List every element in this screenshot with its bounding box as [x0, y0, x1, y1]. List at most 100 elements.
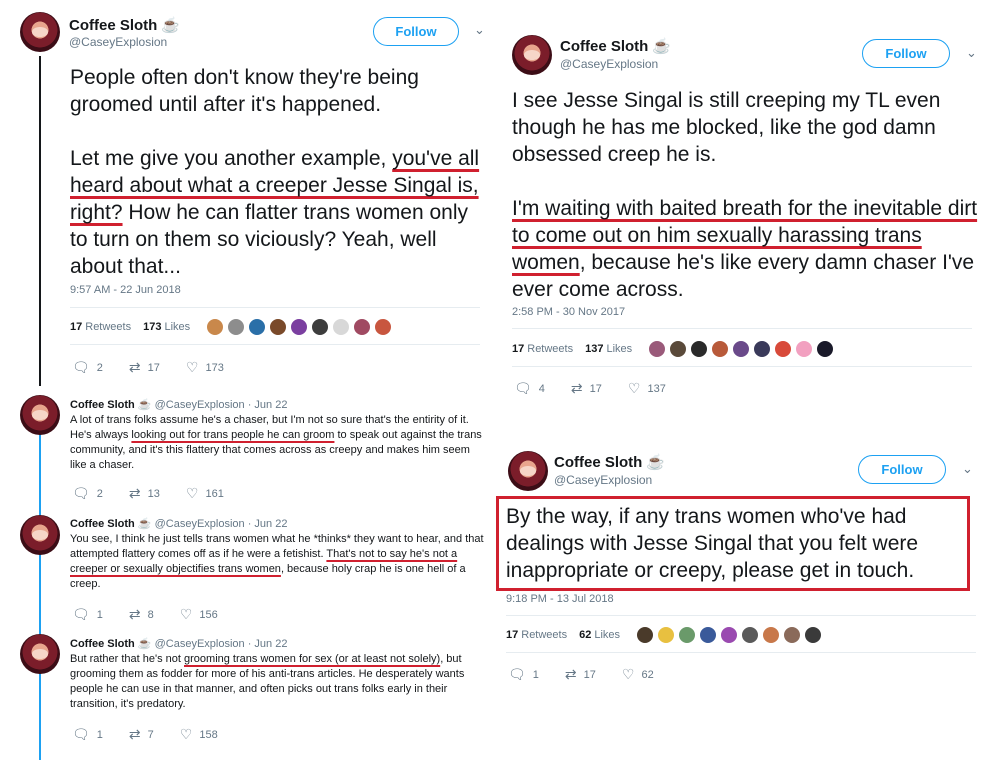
- likes-count[interactable]: 62 Likes: [579, 629, 620, 641]
- tweet-timestamp[interactable]: 9:18 PM - 13 Jul 2018: [506, 593, 614, 605]
- liker-avatar[interactable]: [269, 318, 288, 336]
- tweet-timestamp[interactable]: 2:58 PM - 30 Nov 2017: [512, 306, 625, 318]
- liker-avatar[interactable]: [774, 340, 793, 358]
- liker-avatar[interactable]: [711, 340, 730, 358]
- liker-avatar[interactable]: [816, 340, 835, 358]
- retweet-button[interactable]: ⇄ 17: [129, 359, 160, 376]
- like-button[interactable]: ♡ 156: [180, 606, 218, 623]
- liker-avatar[interactable]: [657, 626, 676, 644]
- reply-header: Coffee Sloth ☕ @CaseyExplosion · Jun 22: [70, 638, 288, 650]
- liker-avatar[interactable]: [804, 626, 823, 644]
- reply-icon: 🗨︎: [508, 666, 526, 682]
- liker-avatar[interactable]: [311, 318, 330, 336]
- avatar[interactable]: [20, 634, 60, 674]
- display-name[interactable]: Coffee Sloth ☕: [554, 453, 665, 471]
- liker-avatar[interactable]: [353, 318, 372, 336]
- retweet-button[interactable]: ⇄ 8: [129, 606, 154, 623]
- avatar[interactable]: [20, 395, 60, 435]
- tweet-timestamp[interactable]: 9:57 AM - 22 Jun 2018: [70, 284, 181, 296]
- coffee-icon: ☕: [137, 638, 152, 650]
- avatar[interactable]: [512, 35, 552, 75]
- heart-icon: ♡: [185, 359, 199, 375]
- engagement-stats: 17 Retweets 62 Likes: [506, 624, 825, 646]
- reply-header: Coffee Sloth ☕ @CaseyExplosion · Jun 22: [70, 399, 288, 411]
- liker-avatar[interactable]: [783, 626, 802, 644]
- follow-button[interactable]: Follow: [858, 455, 946, 484]
- liker-avatar[interactable]: [699, 626, 718, 644]
- follow-button[interactable]: Follow: [862, 39, 950, 68]
- retweet-button[interactable]: ⇄ 7: [129, 726, 154, 743]
- liker-avatar[interactable]: [741, 626, 760, 644]
- liker-avatar[interactable]: [290, 318, 309, 336]
- liker-avatars: [206, 318, 395, 336]
- retweet-button[interactable]: ⇄ 17: [565, 666, 596, 683]
- tweet-paragraph-2: Let me give you another example, you've …: [70, 147, 480, 278]
- avatar[interactable]: [20, 515, 60, 555]
- reply-icon: 🗨︎: [72, 485, 90, 501]
- liker-avatar[interactable]: [227, 318, 246, 336]
- reply-button[interactable]: 🗨︎ 2: [72, 359, 103, 376]
- thread-connector-line: [39, 56, 41, 386]
- avatar[interactable]: [20, 12, 60, 52]
- liker-avatar[interactable]: [248, 318, 267, 336]
- tweet-text: I see Jesse Singal is still creeping my …: [512, 87, 982, 303]
- like-button[interactable]: ♡ 137: [628, 380, 666, 397]
- reply-icon: 🗨︎: [72, 359, 90, 375]
- tweet-actions: 🗨︎ 4 ⇄ 17 ♡ 137: [514, 380, 692, 397]
- retweet-button[interactable]: ⇄ 13: [129, 485, 160, 502]
- reply-text: You see, I think he just tells trans wom…: [70, 533, 484, 590]
- thread-line-blue: [39, 430, 41, 760]
- reply-text: But rather that he's not grooming trans …: [70, 653, 465, 710]
- liker-avatar[interactable]: [332, 318, 351, 336]
- liker-avatar[interactable]: [374, 318, 393, 336]
- reply-button[interactable]: 🗨︎ 1: [72, 726, 103, 743]
- reply-button[interactable]: 🗨︎ 1: [72, 606, 103, 623]
- likes-count[interactable]: 173 Likes: [143, 321, 190, 333]
- user-handle[interactable]: @CaseyExplosion: [560, 57, 658, 71]
- avatar[interactable]: [508, 451, 548, 491]
- retweet-icon: ⇄: [128, 359, 141, 375]
- chevron-down-icon[interactable]: ⌄: [966, 45, 977, 61]
- heart-icon: ♡: [185, 485, 199, 501]
- retweets-count[interactable]: 17 Retweets: [512, 343, 573, 355]
- display-name[interactable]: Coffee Sloth ☕: [560, 37, 671, 55]
- retweet-icon: ⇄: [128, 485, 141, 501]
- tweet-paragraph-1: I see Jesse Singal is still creeping my …: [512, 89, 941, 166]
- liker-avatar[interactable]: [795, 340, 814, 358]
- follow-button[interactable]: Follow: [373, 17, 459, 46]
- liker-avatar[interactable]: [690, 340, 709, 358]
- display-name[interactable]: Coffee Sloth ☕: [69, 16, 180, 34]
- reply-button[interactable]: 🗨︎ 1: [508, 666, 539, 683]
- retweets-count[interactable]: 17 Retweets: [70, 321, 131, 333]
- liker-avatar[interactable]: [720, 626, 739, 644]
- heart-icon: ♡: [179, 726, 193, 742]
- reply-button[interactable]: 🗨︎ 2: [72, 485, 103, 502]
- likes-count[interactable]: 137 Likes: [585, 343, 632, 355]
- divider: [512, 366, 972, 367]
- liker-avatar[interactable]: [636, 626, 655, 644]
- coffee-icon: ☕: [652, 38, 672, 55]
- liker-avatar[interactable]: [762, 626, 781, 644]
- chevron-down-icon[interactable]: ⌄: [962, 461, 973, 477]
- engagement-stats: 17 Retweets 173 Likes: [70, 316, 395, 338]
- like-button[interactable]: ♡ 161: [186, 485, 224, 502]
- chevron-down-icon[interactable]: ⌄: [474, 22, 485, 38]
- heart-icon: ♡: [179, 606, 193, 622]
- retweet-button[interactable]: ⇄ 17: [571, 380, 602, 397]
- liker-avatars: [636, 626, 825, 644]
- liker-avatar[interactable]: [648, 340, 667, 358]
- coffee-icon: ☕: [646, 454, 666, 471]
- like-button[interactable]: ♡ 173: [186, 359, 224, 376]
- like-button[interactable]: ♡ 158: [180, 726, 218, 743]
- liker-avatar[interactable]: [753, 340, 772, 358]
- user-handle[interactable]: @CaseyExplosion: [69, 35, 167, 49]
- user-handle[interactable]: @CaseyExplosion: [554, 473, 652, 487]
- retweets-count[interactable]: 17 Retweets: [506, 629, 567, 641]
- reply-button[interactable]: 🗨︎ 4: [514, 380, 545, 397]
- like-button[interactable]: ♡ 62: [622, 666, 654, 683]
- liker-avatar[interactable]: [206, 318, 225, 336]
- liker-avatar[interactable]: [732, 340, 751, 358]
- liker-avatar[interactable]: [669, 340, 688, 358]
- heart-icon: ♡: [621, 666, 635, 682]
- liker-avatar[interactable]: [678, 626, 697, 644]
